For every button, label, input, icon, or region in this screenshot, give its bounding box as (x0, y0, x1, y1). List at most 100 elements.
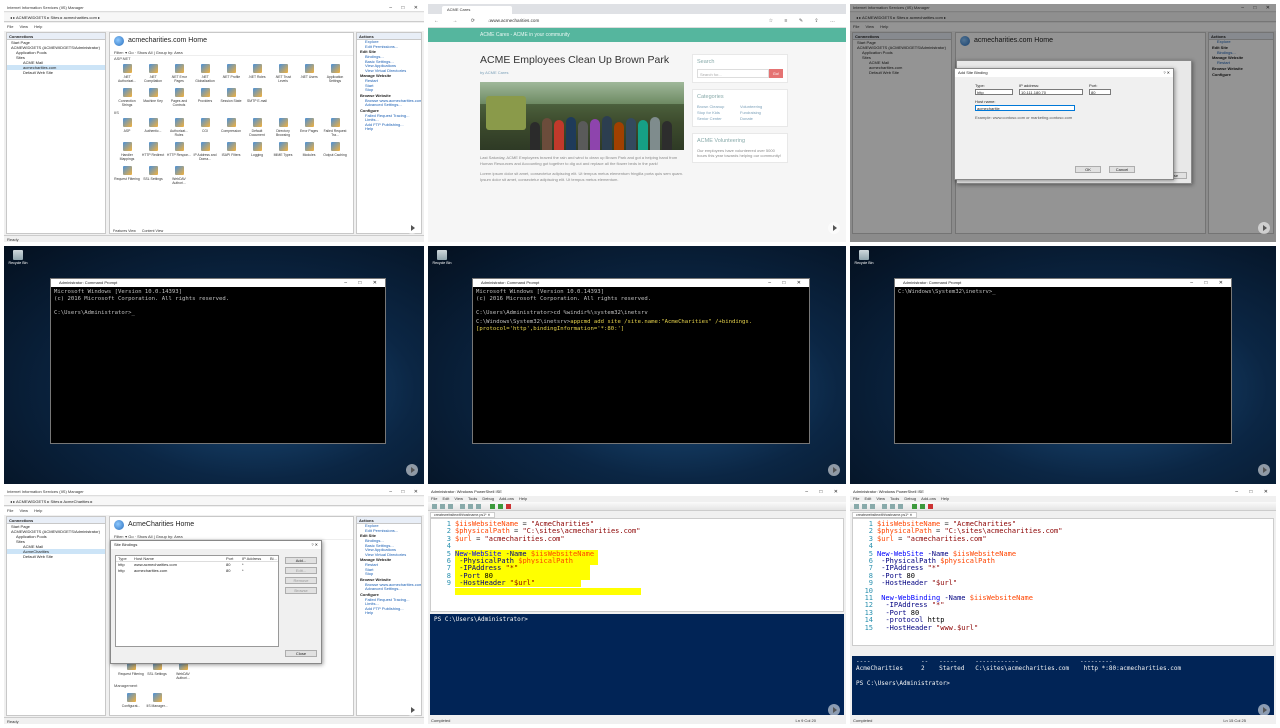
feature-icon[interactable]: .NET Trust Levels (270, 62, 296, 86)
play-icon[interactable] (828, 464, 840, 476)
feature-icon[interactable]: .NET Authorizat... (114, 62, 140, 86)
cmd-output[interactable]: Microsoft Windows [Version 10.0.14393] (… (473, 287, 809, 319)
menu-file[interactable]: File (7, 508, 13, 513)
play-icon[interactable] (406, 704, 418, 716)
feature-icon[interactable]: Authentic... (140, 116, 166, 140)
menu-file[interactable]: File (431, 496, 437, 501)
menu-help[interactable]: Help (34, 24, 42, 29)
feature-icon[interactable]: Output Caching (322, 140, 348, 164)
menu-view[interactable]: View (19, 24, 28, 29)
ip-address-select[interactable]: 10.111.180.70 (1019, 89, 1083, 95)
play-icon[interactable] (828, 222, 840, 234)
feature-icon[interactable]: SMTP E-mail (244, 86, 270, 110)
port-field[interactable]: 80 (1089, 89, 1111, 95)
col-port[interactable]: Port (226, 556, 242, 561)
feature-icon[interactable]: MIME Types (270, 140, 296, 164)
feature-icon[interactable]: Default Document (244, 116, 270, 140)
feature-icon[interactable]: Logging (244, 140, 270, 164)
menu-view[interactable]: View (19, 508, 28, 513)
feature-icon[interactable]: Session State (218, 86, 244, 110)
stop-icon[interactable] (928, 504, 933, 509)
paste-icon[interactable] (898, 504, 903, 509)
action-help[interactable]: Help (357, 611, 421, 616)
save-icon[interactable] (448, 504, 453, 509)
col-ip-address[interactable]: IP Address (242, 556, 270, 561)
play-icon[interactable] (1258, 464, 1270, 476)
new-icon[interactable] (854, 504, 859, 509)
filter-row[interactable]: Filter: ▾ Go · Show All | Group by: Area (110, 49, 353, 56)
host-name-field[interactable]: acmecharitie (975, 105, 1075, 111)
open-icon[interactable] (862, 504, 867, 509)
tree-default-web-site[interactable]: Default Web Site (7, 70, 105, 75)
menu-tools[interactable]: Tools (890, 496, 899, 501)
feature-icon[interactable]: Compression (218, 116, 244, 140)
feature-icon[interactable]: CGI (192, 116, 218, 140)
play-icon[interactable] (1258, 222, 1270, 234)
new-icon[interactable] (432, 504, 437, 509)
feature-icon[interactable]: Connection Strings (114, 86, 140, 110)
ise-console[interactable]: ---- -- ----- ------------ --------- Acm… (852, 656, 1274, 715)
type-select[interactable]: http (975, 89, 1013, 95)
menu-file[interactable]: File (853, 496, 859, 501)
url-field[interactable]: www.acmecharities.com (490, 17, 760, 25)
menu-debug[interactable]: Debug (904, 496, 916, 501)
menu-file[interactable]: File (7, 24, 13, 29)
cut-icon[interactable] (882, 504, 887, 509)
feature-icon[interactable]: Pages and Controls (166, 86, 192, 110)
stop-icon[interactable] (506, 504, 511, 509)
cmd-output[interactable]: Microsoft Windows [Version 10.0.14393] (… (51, 287, 385, 319)
col-binding-info[interactable]: Bi... (270, 556, 277, 561)
play-icon[interactable] (1258, 704, 1270, 716)
edit-button[interactable]: Edit... (285, 567, 317, 574)
window-controls[interactable]: – □ ✕ (344, 279, 382, 287)
play-icon[interactable] (406, 222, 418, 234)
col-host-name[interactable]: Host Name (134, 556, 226, 561)
window-controls[interactable]: – □ ✕ (805, 488, 843, 496)
cmd-input-line[interactable]: C:\Windows\System32\inetsrv>appcmd add s… (473, 319, 809, 333)
ok-button[interactable]: OK (1075, 166, 1101, 173)
tree-default-web-site[interactable]: Default Web Site (7, 554, 105, 559)
article-byline[interactable]: by ACME Cares (480, 70, 684, 75)
feature-icon[interactable]: Handler Mappings (114, 140, 140, 164)
feature-icon[interactable]: ISAPI Filters (218, 140, 244, 164)
menu-tools[interactable]: Tools (468, 496, 477, 501)
table-row[interactable]: http acmecharities.com 80 * (116, 568, 278, 574)
search-go-button[interactable]: Go! (769, 69, 783, 78)
feature-icon[interactable]: ASP (114, 116, 140, 140)
menu-edit[interactable]: Edit (864, 496, 871, 501)
menu-addons[interactable]: Add-ons (921, 496, 936, 501)
recycle-bin-icon[interactable]: Recycle Bin (432, 250, 452, 265)
recycle-bin-icon[interactable]: Recycle Bin (8, 250, 28, 265)
feature-icon[interactable]: Application Settings (322, 62, 348, 86)
copy-icon[interactable] (468, 504, 473, 509)
iis-address-bar[interactable]: ◂ ▸ ACMEWIDGETS ▸ Sites ▸ AcmeCharities … (4, 497, 424, 506)
menu-debug[interactable]: Debug (482, 496, 494, 501)
nav-buttons-icon[interactable]: ← → ⟳ ⌂ (434, 14, 497, 28)
save-icon[interactable] (870, 504, 875, 509)
feature-icon[interactable]: Error Pages (296, 116, 322, 140)
feature-icon[interactable]: IP Address and Doma... (192, 140, 218, 164)
cut-icon[interactable] (460, 504, 465, 509)
window-controls[interactable]: – □ ✕ (1235, 488, 1273, 496)
feature-icon[interactable]: .NET Profile (218, 62, 244, 86)
feature-icon[interactable]: Request Filtering (114, 164, 140, 188)
feature-icon[interactable]: SSL Settings (140, 164, 166, 188)
feature-icon[interactable]: IIS Manager... (144, 691, 170, 715)
feature-icon[interactable]: .NET Error Pages (166, 62, 192, 86)
filter-row[interactable]: Filter: ▾ Go · Show All | Group by: Area (110, 533, 353, 540)
feature-icon[interactable]: Providers (192, 86, 218, 110)
category-link[interactable]: Donate (740, 116, 783, 122)
category-link[interactable]: Senior Center (697, 116, 740, 122)
ise-console[interactable]: PS C:\Users\Administrator> (430, 614, 844, 715)
run-icon[interactable] (912, 504, 917, 509)
window-controls[interactable]: – □ ✕ (389, 4, 422, 12)
search-input[interactable]: Search for... (697, 69, 769, 78)
tab-features-view[interactable]: Features View (113, 229, 136, 233)
action-help[interactable]: Help (357, 127, 421, 132)
feature-icon[interactable]: Directory Browsing (270, 116, 296, 140)
copy-icon[interactable] (890, 504, 895, 509)
script-editor[interactable]: 1 $iisWebsiteName = "AcmeCharities" 2 $phy… (852, 518, 1274, 646)
paste-icon[interactable] (476, 504, 481, 509)
window-controls[interactable]: – □ ✕ (768, 279, 806, 287)
toolbar-icons[interactable]: ☆ ≡ ✎ ⇪ … (769, 14, 840, 28)
